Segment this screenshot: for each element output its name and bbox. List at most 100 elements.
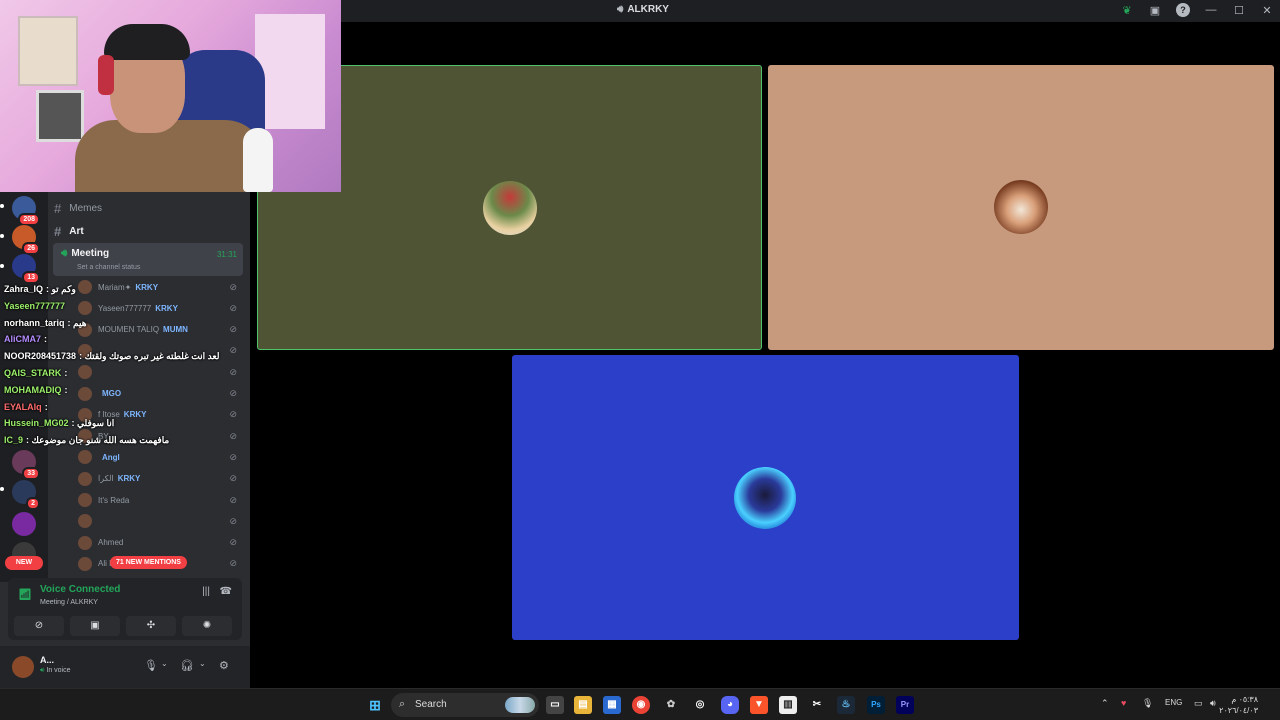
search-label: Search: [415, 699, 447, 710]
deafened-icon: ⊘: [229, 451, 237, 462]
discord-icon[interactable]: ◕: [721, 696, 739, 714]
steam-icon[interactable]: ♨: [837, 696, 855, 714]
voice-status[interactable]: Voice Connected: [40, 584, 120, 595]
voice-member[interactable]: Yaseen777777 KRKY ⊘: [78, 299, 243, 317]
voice-member[interactable]: BY ⊘: [78, 427, 243, 445]
microphone-icon[interactable]: 🎙︎: [1142, 698, 1153, 709]
chat-text: : وكم تو: [46, 284, 76, 294]
search-icon: ⌕: [399, 698, 406, 710]
chrome-icon[interactable]: ◉: [632, 696, 650, 714]
minimize-button[interactable]: —: [1204, 3, 1218, 17]
avatar: [78, 450, 92, 465]
window-title-text: ALKRKY: [627, 4, 669, 15]
windows-start-icon[interactable]: ⊞: [366, 696, 384, 714]
camera-off-button[interactable]: ⊘: [14, 616, 64, 636]
server-icon-3[interactable]: 33: [12, 450, 40, 480]
disconnect-icon[interactable]: ☎: [220, 586, 232, 597]
voice-member[interactable]: Mariam✦ KRKY ⊘: [78, 278, 243, 296]
avatar[interactable]: [12, 656, 34, 678]
server-icon-4[interactable]: 2: [12, 480, 40, 510]
avatar: [78, 429, 92, 444]
voice-channel-meeting[interactable]: 🔊︎ Meeting 31:31 Set a channel status: [53, 243, 243, 276]
channel-label: Memes: [69, 202, 103, 214]
volume-icon[interactable]: 🔊︎: [1210, 698, 1216, 709]
obs-icon[interactable]: ◎: [691, 696, 709, 714]
avatar: [78, 343, 92, 358]
server-icon-2[interactable]: 13: [12, 254, 40, 284]
maximize-button[interactable]: ☐: [1232, 3, 1246, 17]
channel-memes[interactable]: # Memes: [54, 198, 102, 218]
deafened-icon: ⊘: [229, 302, 237, 313]
chatgpt-icon[interactable]: ✿: [662, 696, 680, 714]
new-mentions-pill[interactable]: 71 NEW MENTIONS: [110, 556, 187, 569]
participant-tile-3[interactable]: [512, 355, 1019, 640]
voice-member[interactable]: f Itose KRKY ⊘: [78, 406, 243, 424]
bandana: [104, 24, 190, 60]
capcut-icon[interactable]: ✂: [808, 696, 826, 714]
channel-art[interactable]: # Art: [54, 221, 84, 241]
member-tag: KRKY: [135, 282, 159, 292]
signal-icon: 📶︎: [18, 589, 32, 601]
screen-share-button[interactable]: ▣: [70, 616, 120, 636]
photoshop-icon[interactable]: Ps: [867, 696, 885, 714]
clock[interactable]: ٠٥:٣٨ م ٢٠٢٦/٠٤/٠٣: [1219, 694, 1258, 716]
server-icon-5[interactable]: [12, 512, 36, 536]
chat-text: :: [64, 384, 68, 395]
language-indicator[interactable]: ENG: [1165, 698, 1182, 707]
window-title: 🔊︎ ALKRKY: [617, 4, 669, 15]
notepad-icon[interactable]: ▥: [779, 696, 797, 714]
premiere-icon[interactable]: Pr: [896, 696, 914, 714]
chevron-down-icon[interactable]: ⌄: [199, 659, 206, 668]
headset: [98, 55, 114, 95]
microphone: [243, 128, 273, 192]
voice-member[interactable]: ⊘: [78, 342, 243, 360]
webcam-overlay: [0, 0, 341, 192]
task-view-icon[interactable]: ▭: [546, 696, 564, 714]
member-name: BY: [98, 431, 109, 441]
user-panel: A... 🔊︎ In voice 🎙︎ ⌄ 🎧︎ ⌄ ⚙: [0, 646, 250, 688]
hash-icon: #: [54, 200, 62, 216]
app-tray-icon[interactable]: ♥: [1121, 698, 1126, 708]
chevron-up-icon[interactable]: ⌃: [1101, 698, 1109, 709]
deafened-icon: ⊘: [229, 537, 237, 548]
activities-button[interactable]: ✣: [126, 616, 176, 636]
microphone-icon[interactable]: 🎙︎: [144, 659, 158, 672]
voice-member[interactable]: Ahmed ⊘: [78, 534, 243, 552]
voice-member[interactable]: MOUMEN TALIQ MUMN ⊘: [78, 321, 243, 339]
voice-location[interactable]: Meeting / ALKRKY: [40, 599, 98, 606]
brave-icon[interactable]: ▼: [750, 696, 768, 714]
leaf-icon[interactable]: ❦: [1120, 3, 1134, 17]
file-explorer-icon[interactable]: ▤: [574, 696, 592, 714]
voice-member[interactable]: ⊘: [78, 512, 243, 530]
server-icon-0[interactable]: 208: [12, 196, 40, 226]
inbox-icon[interactable]: ▣: [1148, 3, 1162, 17]
network-icon[interactable]: ▭: [1194, 698, 1203, 709]
help-icon[interactable]: ?: [1176, 3, 1190, 17]
voice-member[interactable]: Angl ⊘: [78, 448, 243, 466]
voice-member[interactable]: ⊘: [78, 363, 243, 381]
chat-text: :: [64, 368, 68, 378]
channel-status[interactable]: Set a channel status: [77, 264, 140, 271]
voice-member[interactable]: MGO ⊘: [78, 385, 243, 403]
noise-suppression-icon[interactable]: |||: [202, 586, 210, 597]
gear-icon[interactable]: ⚙: [219, 659, 229, 672]
soundboard-button[interactable]: ✺: [182, 616, 232, 636]
windows-taskbar: ⊞ ⌕ Search ▭ ▤ ▦ ◉ ✿ ◎ ◕ ▼ ▥ ✂ ♨ Ps Pr ⌃…: [0, 688, 1280, 720]
avatar: [78, 301, 92, 316]
store-icon[interactable]: ▦: [603, 696, 621, 714]
new-servers-pill[interactable]: NEW: [5, 556, 43, 570]
chevron-down-icon[interactable]: ⌄: [161, 659, 168, 668]
voice-member[interactable]: It's Reda ⊘: [78, 491, 243, 509]
taskbar-search[interactable]: ⌕ Search: [391, 693, 539, 717]
deafened-icon: ⊘: [229, 430, 237, 441]
participant-tile-2[interactable]: [768, 65, 1274, 350]
username[interactable]: A...: [40, 655, 54, 665]
participant-avatar: [483, 181, 537, 235]
close-button[interactable]: ✕: [1260, 3, 1274, 17]
speaker-icon: 🔊︎: [61, 248, 68, 259]
deafened-icon: ⊘: [229, 494, 237, 505]
avatar: [78, 535, 92, 550]
voice-member[interactable]: الكرا KRKY ⊘: [78, 470, 243, 488]
headphones-icon[interactable]: 🎧︎: [180, 659, 194, 672]
server-icon-1[interactable]: 26: [12, 225, 40, 255]
